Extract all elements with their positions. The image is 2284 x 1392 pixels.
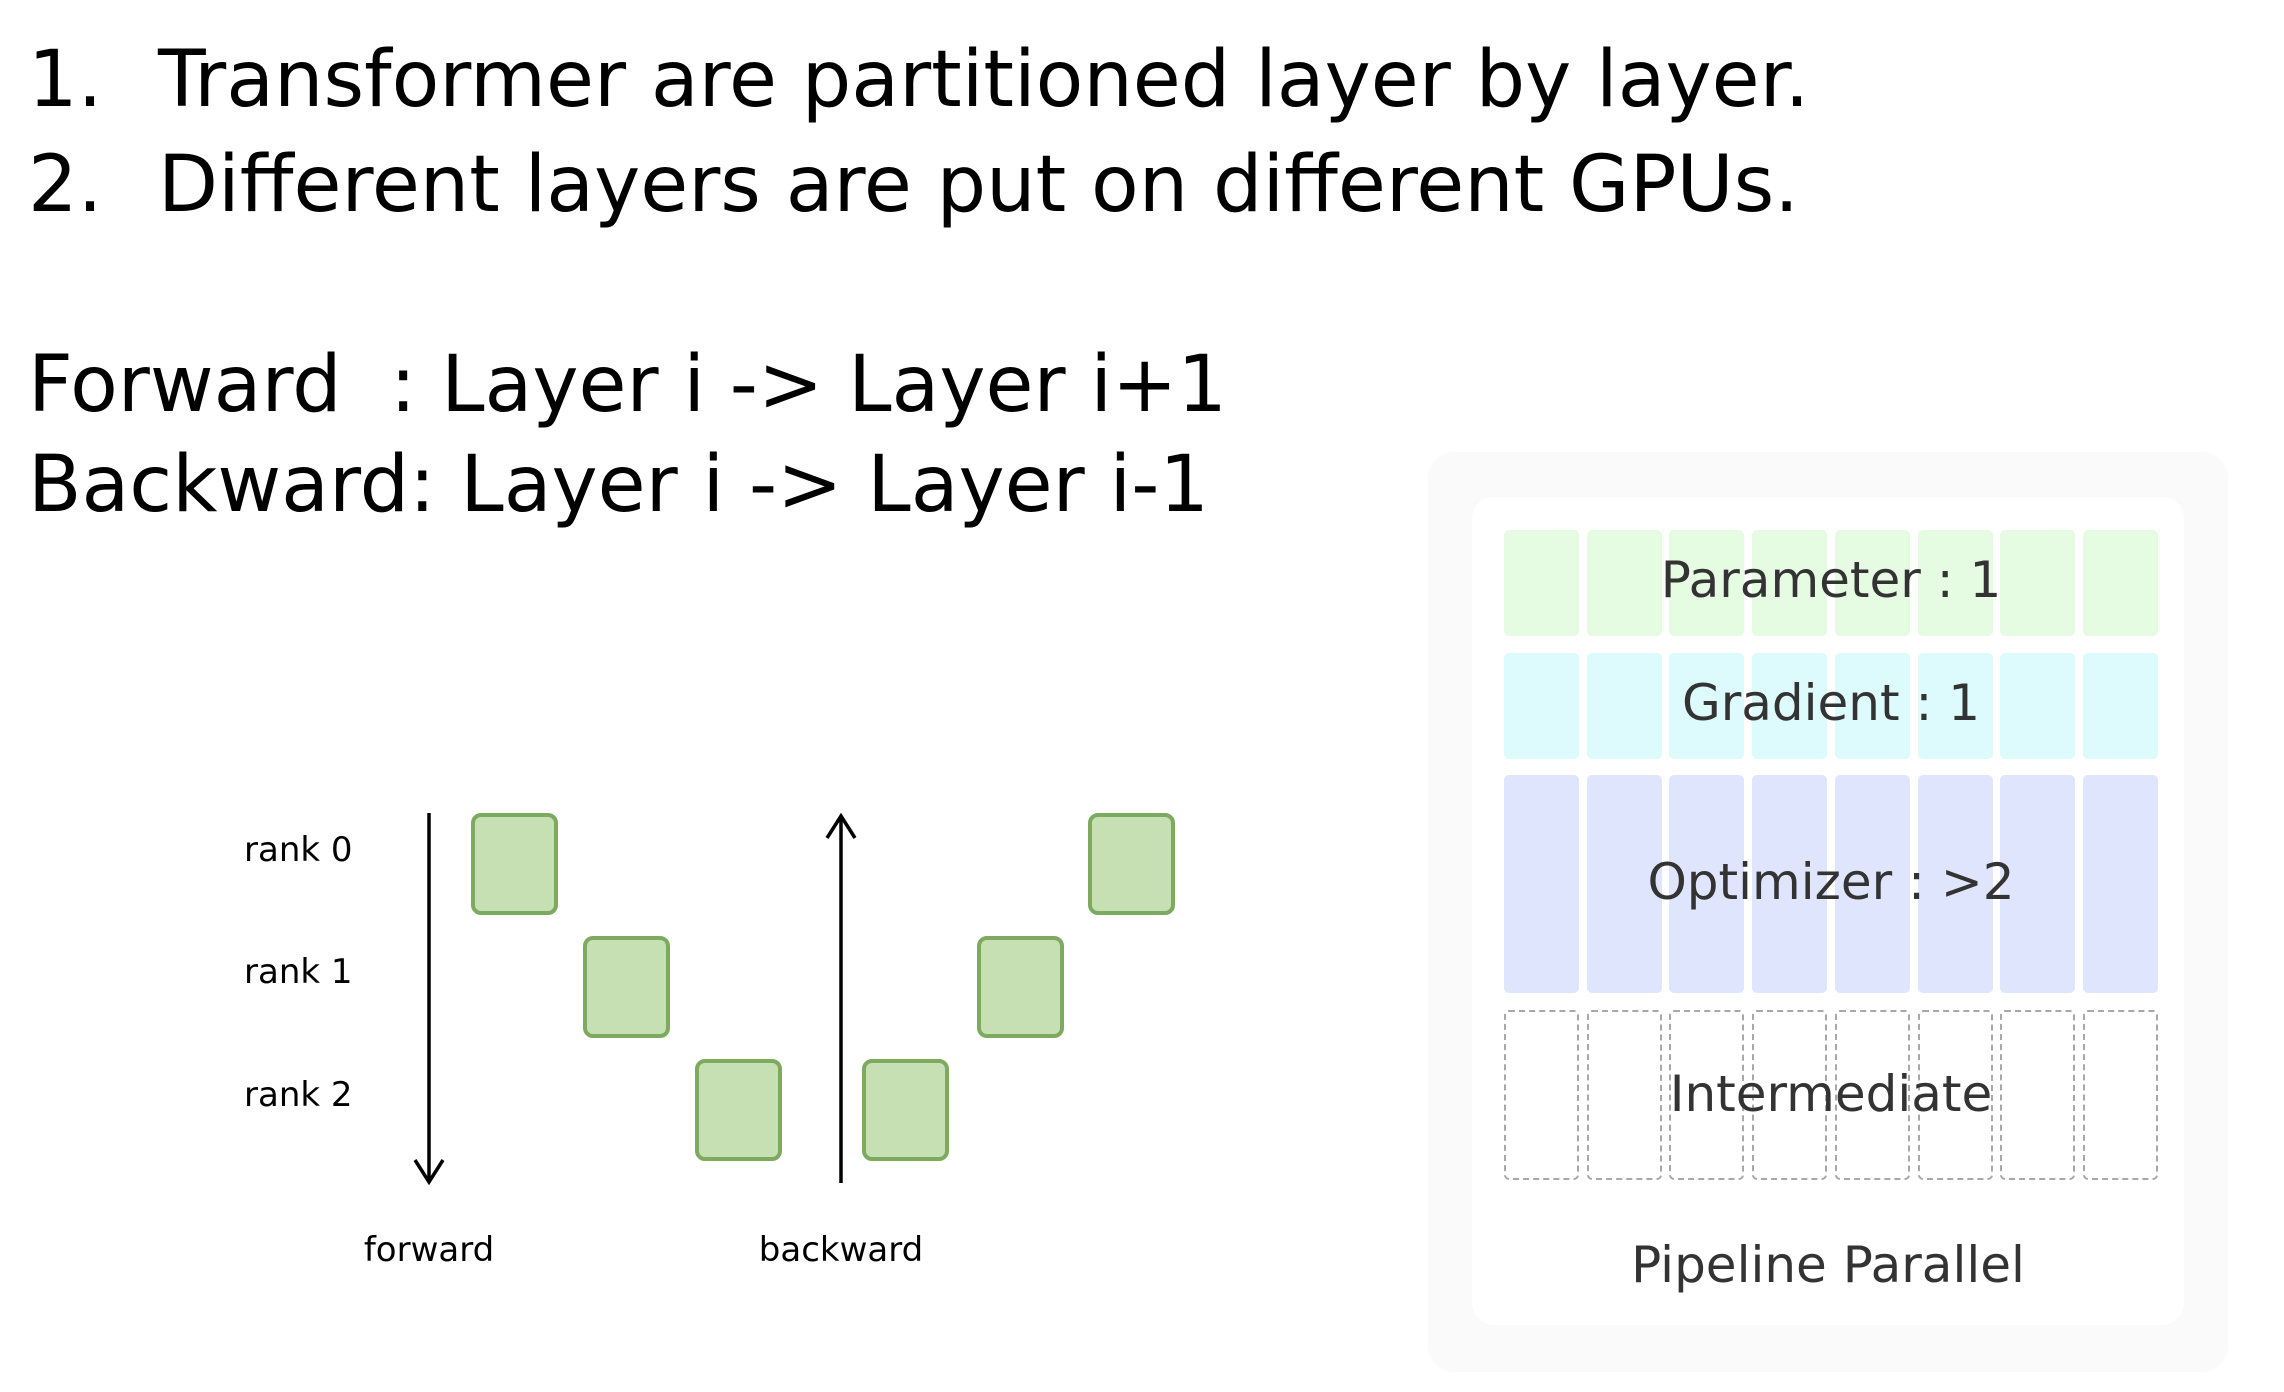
point-item: 1. Transformer are partitioned layer by … — [28, 28, 1809, 133]
optimizer-label: Optimizer : >2 — [1647, 853, 2015, 911]
forward-rule-text: : Layer i -> Layer i+1 — [390, 340, 1228, 430]
backward-rule-text: : Layer i -> Layer i-1 — [409, 440, 1209, 530]
gradient-label: Gradient : 1 — [1681, 674, 1981, 732]
backward-stage-box — [977, 936, 1064, 1038]
forward-rule: Forward : Layer i -> Layer i+1 — [28, 335, 1227, 435]
point-item: 2. Different layers are put on different… — [28, 133, 1809, 238]
panel-caption: Pipeline Parallel — [1631, 1236, 2025, 1294]
backward-arrow — [825, 812, 857, 1183]
rank-label: rank 0 — [244, 830, 353, 870]
backward-stage-box — [862, 1059, 949, 1161]
forward-stage-box — [471, 813, 558, 915]
backward-stage-box — [1088, 813, 1175, 915]
forward-stage-box — [695, 1059, 782, 1161]
backward-rule: Backward : Layer i -> Layer i-1 — [28, 435, 1227, 535]
backward-rule-label: Backward — [28, 440, 410, 530]
rank-label: rank 2 — [244, 1075, 353, 1115]
forward-label: forward — [363, 1230, 495, 1270]
direction-rules: Forward : Layer i -> Layer i+1 Backward … — [28, 335, 1227, 535]
point-text: Transformer are partitioned layer by lay… — [158, 35, 1810, 125]
point-list: 1. Transformer are partitioned layer by … — [28, 28, 1809, 238]
backward-label: backward — [758, 1230, 924, 1270]
forward-stage-box — [583, 936, 670, 1038]
point-number: 1. — [28, 35, 103, 125]
point-text: Different layers are put on different GP… — [158, 140, 1800, 230]
rank-label: rank 1 — [244, 952, 353, 992]
forward-rule-label: Forward — [28, 340, 342, 430]
parameter-label: Parameter : 1 — [1660, 551, 2002, 609]
point-number: 2. — [28, 140, 103, 230]
forward-arrow — [413, 813, 445, 1186]
intermediate-label: Intermediate — [1669, 1065, 1993, 1123]
